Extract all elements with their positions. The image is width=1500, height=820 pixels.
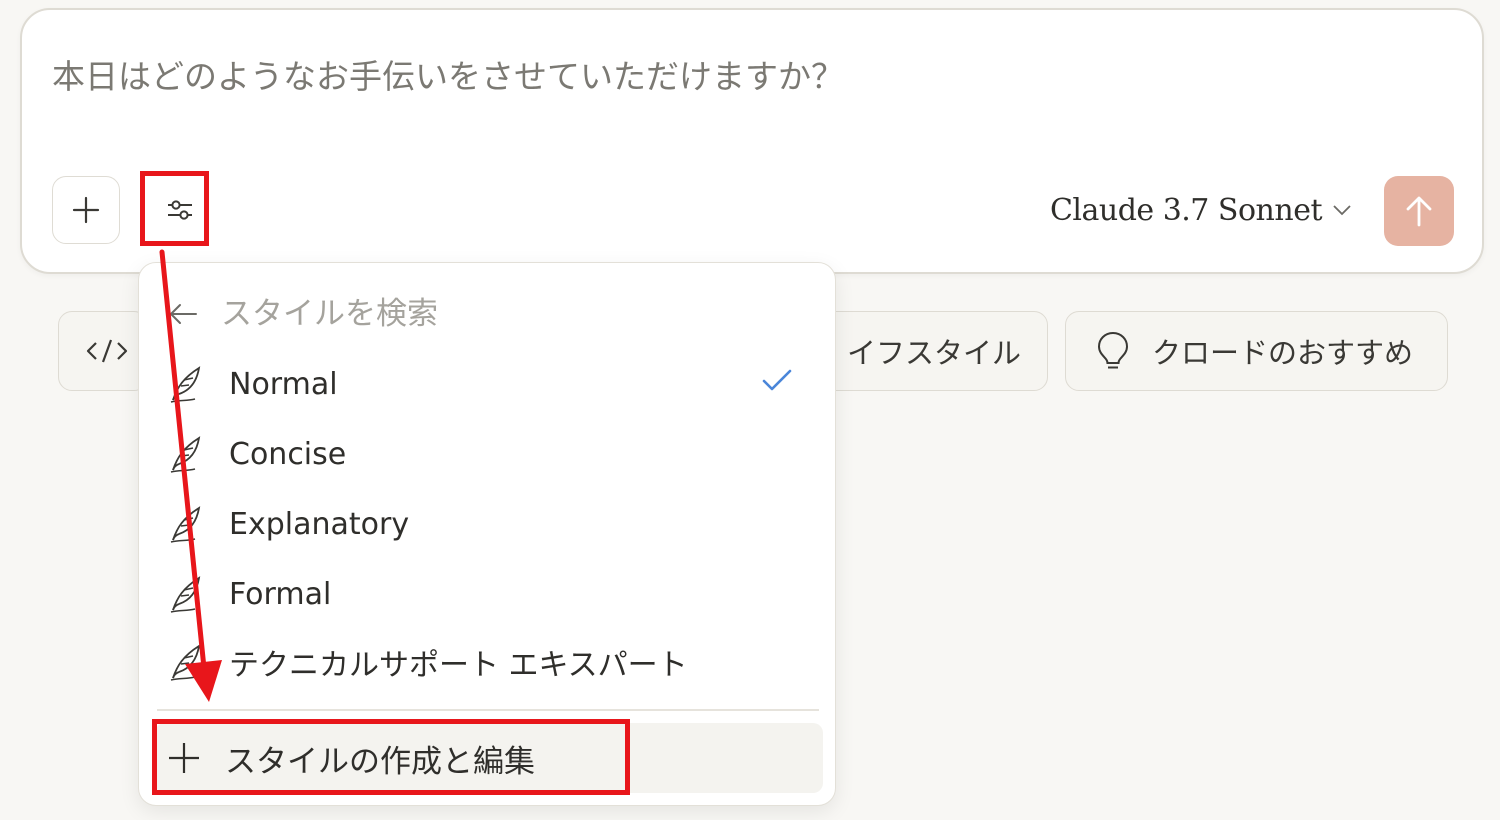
style-search-row [167,289,641,339]
suggestion-chip-code[interactable] [58,311,148,391]
arrow-left-icon[interactable] [167,301,199,327]
quill-icon [170,366,201,403]
style-item-explanatory[interactable]: Explanatory [159,493,819,555]
sliders-icon [168,200,192,220]
style-item-formal[interactable]: Formal [159,563,819,625]
style-settings-button[interactable] [146,176,214,244]
suggestion-label: クロードのおすすめ [1152,336,1414,370]
suggestion-label: イフスタイル [846,336,1021,370]
add-attachment-button[interactable] [52,176,120,244]
message-input[interactable] [52,46,1432,106]
plus-icon [72,196,100,224]
model-selector[interactable]: Claude 3.7 Sonnet [1050,188,1352,232]
lightbulb-icon [1097,331,1129,369]
model-name: Claude 3.7 Sonnet [1049,192,1323,228]
menu-divider [157,709,819,711]
checkmark-icon [762,369,792,391]
composer: Claude 3.7 Sonnet [20,8,1484,274]
style-item-label: Normal [229,366,338,402]
style-item-label: Explanatory [229,506,410,542]
create-edit-style-button[interactable]: スタイルの作成と編集 [155,723,823,793]
send-button[interactable] [1384,176,1454,246]
style-item-technical-support-expert[interactable]: テクニカルサポート エキスパート [159,631,819,693]
quill-icon [170,576,201,613]
code-icon [86,339,128,363]
arrow-up-icon [1406,196,1432,227]
chevron-down-icon [1333,205,1351,216]
style-search-input[interactable] [221,296,641,332]
quill-icon [170,506,201,543]
style-item-concise[interactable]: Concise [159,423,819,485]
suggestion-chip-recommend[interactable]: クロードのおすすめ [1065,311,1448,391]
style-item-label: テクニカルサポート エキスパート [229,648,688,683]
plus-icon [169,743,199,773]
create-edit-style-label: スタイルの作成と編集 [225,743,535,780]
style-item-label: Concise [229,436,347,472]
style-item-normal[interactable]: Normal [159,353,819,415]
quill-icon [170,436,201,473]
style-dropdown-menu: Normal Concise Explanatory Formal [138,262,836,806]
quill-icon [170,644,201,681]
style-item-label: Formal [229,576,332,612]
